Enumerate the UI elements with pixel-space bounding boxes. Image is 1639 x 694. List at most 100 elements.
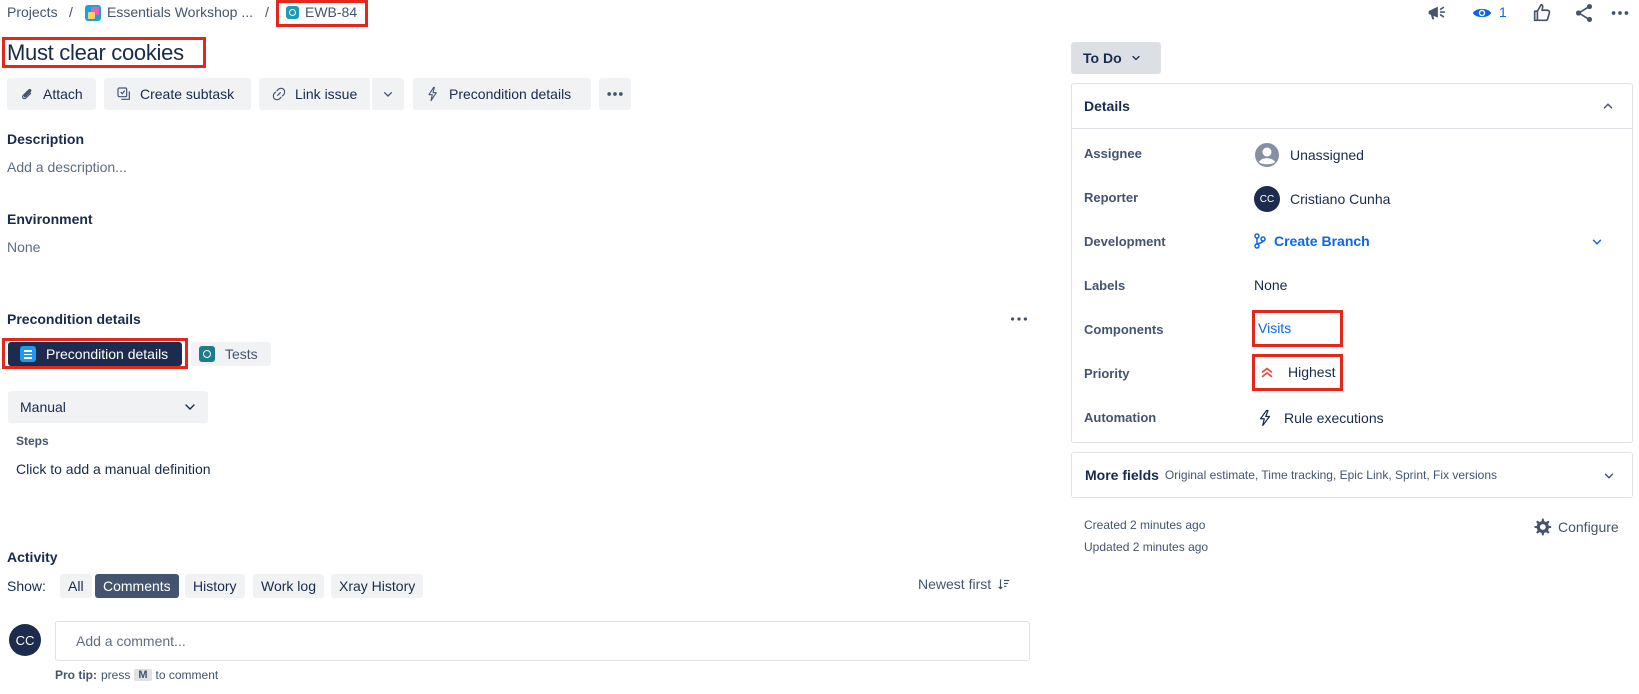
attach-label: Attach bbox=[43, 86, 83, 102]
create-subtask-button[interactable]: Create subtask bbox=[104, 78, 251, 110]
tests-icon bbox=[199, 346, 215, 362]
labels-label: Labels bbox=[1084, 278, 1126, 293]
tab-precondition-details[interactable]: Precondition details bbox=[8, 342, 182, 366]
filter-comments[interactable]: Comments bbox=[95, 574, 179, 598]
more-actions-icon[interactable] bbox=[1609, 2, 1631, 24]
breadcrumb-separator: / bbox=[265, 4, 269, 20]
issue-title[interactable]: Must clear cookies bbox=[7, 40, 184, 66]
share-icon[interactable] bbox=[1573, 2, 1595, 24]
configure-button[interactable]: Configure bbox=[1532, 517, 1619, 537]
precondition-details-label: Precondition details bbox=[449, 86, 572, 102]
more-fields-panel[interactable]: More fields Original estimate, Time trac… bbox=[1071, 452, 1633, 498]
filter-xray-history[interactable]: Xray History bbox=[331, 574, 424, 598]
pro-tip-press: press bbox=[101, 668, 131, 682]
priority-value: Highest bbox=[1288, 364, 1336, 380]
automation-field[interactable]: Rule executions bbox=[1256, 407, 1384, 429]
development-value: Create Branch bbox=[1274, 233, 1370, 249]
labels-value[interactable]: None bbox=[1254, 277, 1287, 293]
breadcrumb-issue-key[interactable]: EWB-84 bbox=[305, 4, 357, 20]
subtask-icon bbox=[117, 87, 130, 100]
status-label: To Do bbox=[1083, 50, 1122, 66]
breadcrumb-separator: / bbox=[69, 4, 73, 20]
chevron-down-icon bbox=[1604, 473, 1614, 479]
list-icon bbox=[20, 346, 36, 362]
create-subtask-label: Create subtask bbox=[140, 86, 235, 102]
created-timestamp: Created 2 minutes ago bbox=[1084, 518, 1206, 532]
automation-value: Rule executions bbox=[1284, 410, 1384, 426]
lightning-icon bbox=[428, 86, 437, 102]
chevron-down-icon bbox=[185, 404, 195, 410]
link-issue-dropdown-button[interactable] bbox=[372, 78, 404, 110]
precondition-heading: Precondition details bbox=[7, 311, 141, 327]
status-button[interactable]: To Do bbox=[1071, 42, 1161, 74]
components-value[interactable]: Visits bbox=[1258, 320, 1291, 336]
reporter-field[interactable]: CC Cristiano Cunha bbox=[1254, 186, 1390, 212]
filter-all[interactable]: All bbox=[60, 574, 92, 598]
thumbs-up-icon[interactable] bbox=[1531, 2, 1553, 24]
assignee-value: Unassigned bbox=[1290, 147, 1364, 163]
components-label: Components bbox=[1084, 322, 1164, 337]
details-panel bbox=[1071, 83, 1633, 443]
chevron-down-icon bbox=[384, 92, 392, 97]
steps-placeholder[interactable]: Click to add a manual definition bbox=[16, 461, 211, 477]
sort-newest-first[interactable]: Newest first bbox=[918, 576, 1011, 592]
details-heading: Details bbox=[1084, 98, 1130, 114]
link-icon bbox=[272, 87, 286, 101]
chevron-down-icon bbox=[1132, 55, 1140, 61]
definition-type-select[interactable]: Manual bbox=[8, 391, 208, 423]
watch-eye-icon[interactable] bbox=[1471, 2, 1493, 24]
definition-type-value: Manual bbox=[20, 399, 66, 415]
toolbar-more-button[interactable] bbox=[599, 78, 631, 110]
create-branch-link[interactable]: Create Branch bbox=[1254, 233, 1370, 249]
precondition-details-button[interactable]: Precondition details bbox=[413, 78, 591, 110]
automation-label: Automation bbox=[1084, 410, 1157, 425]
link-issue-label: Link issue bbox=[295, 86, 358, 102]
assignee-label: Assignee bbox=[1084, 146, 1142, 161]
steps-label: Steps bbox=[16, 434, 49, 448]
more-icon bbox=[607, 92, 623, 96]
reporter-label: Reporter bbox=[1084, 190, 1139, 205]
sort-icon bbox=[998, 579, 1010, 590]
updated-timestamp: Updated 2 minutes ago bbox=[1084, 540, 1209, 554]
issue-type-icon bbox=[286, 6, 299, 19]
pro-tip-rest: to comment bbox=[155, 668, 219, 682]
project-icon bbox=[85, 5, 101, 21]
configure-label: Configure bbox=[1558, 519, 1619, 535]
pro-tip: Pro tip: press M to comment bbox=[55, 668, 218, 682]
activity-show-label: Show: bbox=[7, 578, 46, 594]
link-issue-button[interactable]: Link issue bbox=[259, 78, 370, 110]
chevron-up-icon[interactable] bbox=[1601, 99, 1615, 113]
pro-tip-bold: Pro tip: bbox=[55, 668, 97, 682]
assignee-field[interactable]: Unassigned bbox=[1254, 142, 1364, 168]
pro-tip-key: M bbox=[134, 669, 152, 681]
priority-label: Priority bbox=[1084, 366, 1130, 381]
description-heading: Description bbox=[7, 131, 85, 147]
tab-tests[interactable]: Tests bbox=[191, 342, 271, 366]
breadcrumb-project[interactable]: Essentials Workshop ... bbox=[107, 4, 253, 20]
sort-label: Newest first bbox=[918, 576, 992, 592]
branch-icon bbox=[1254, 233, 1266, 249]
attach-button[interactable]: Attach bbox=[7, 78, 96, 110]
filter-history[interactable]: History bbox=[185, 574, 245, 598]
priority-highest-icon bbox=[1261, 367, 1273, 378]
comment-input[interactable]: Add a comment... bbox=[55, 621, 1030, 661]
details-header[interactable]: Details bbox=[1071, 83, 1633, 129]
chevron-down-icon[interactable] bbox=[1590, 235, 1604, 249]
megaphone-icon[interactable] bbox=[1425, 2, 1447, 24]
reporter-avatar: CC bbox=[1254, 186, 1280, 212]
precondition-more-icon[interactable] bbox=[1008, 308, 1030, 330]
environment-value[interactable]: None bbox=[7, 239, 40, 255]
watch-count[interactable]: 1 bbox=[1499, 4, 1507, 20]
gear-icon bbox=[1534, 518, 1552, 536]
current-user-avatar: CC bbox=[9, 624, 41, 656]
tab-tests-label: Tests bbox=[225, 346, 258, 362]
tab-precondition-label: Precondition details bbox=[46, 346, 169, 362]
more-fields-summary: Original estimate, Time tracking, Epic L… bbox=[1164, 468, 1498, 482]
breadcrumb-projects[interactable]: Projects bbox=[7, 4, 58, 20]
filter-work-log[interactable]: Work log bbox=[253, 574, 324, 598]
paperclip-icon bbox=[22, 88, 32, 100]
priority-field[interactable]: Highest bbox=[1260, 364, 1335, 380]
more-fields-heading: More fields bbox=[1085, 467, 1159, 483]
development-label: Development bbox=[1084, 234, 1166, 249]
description-placeholder[interactable]: Add a description... bbox=[7, 159, 127, 175]
